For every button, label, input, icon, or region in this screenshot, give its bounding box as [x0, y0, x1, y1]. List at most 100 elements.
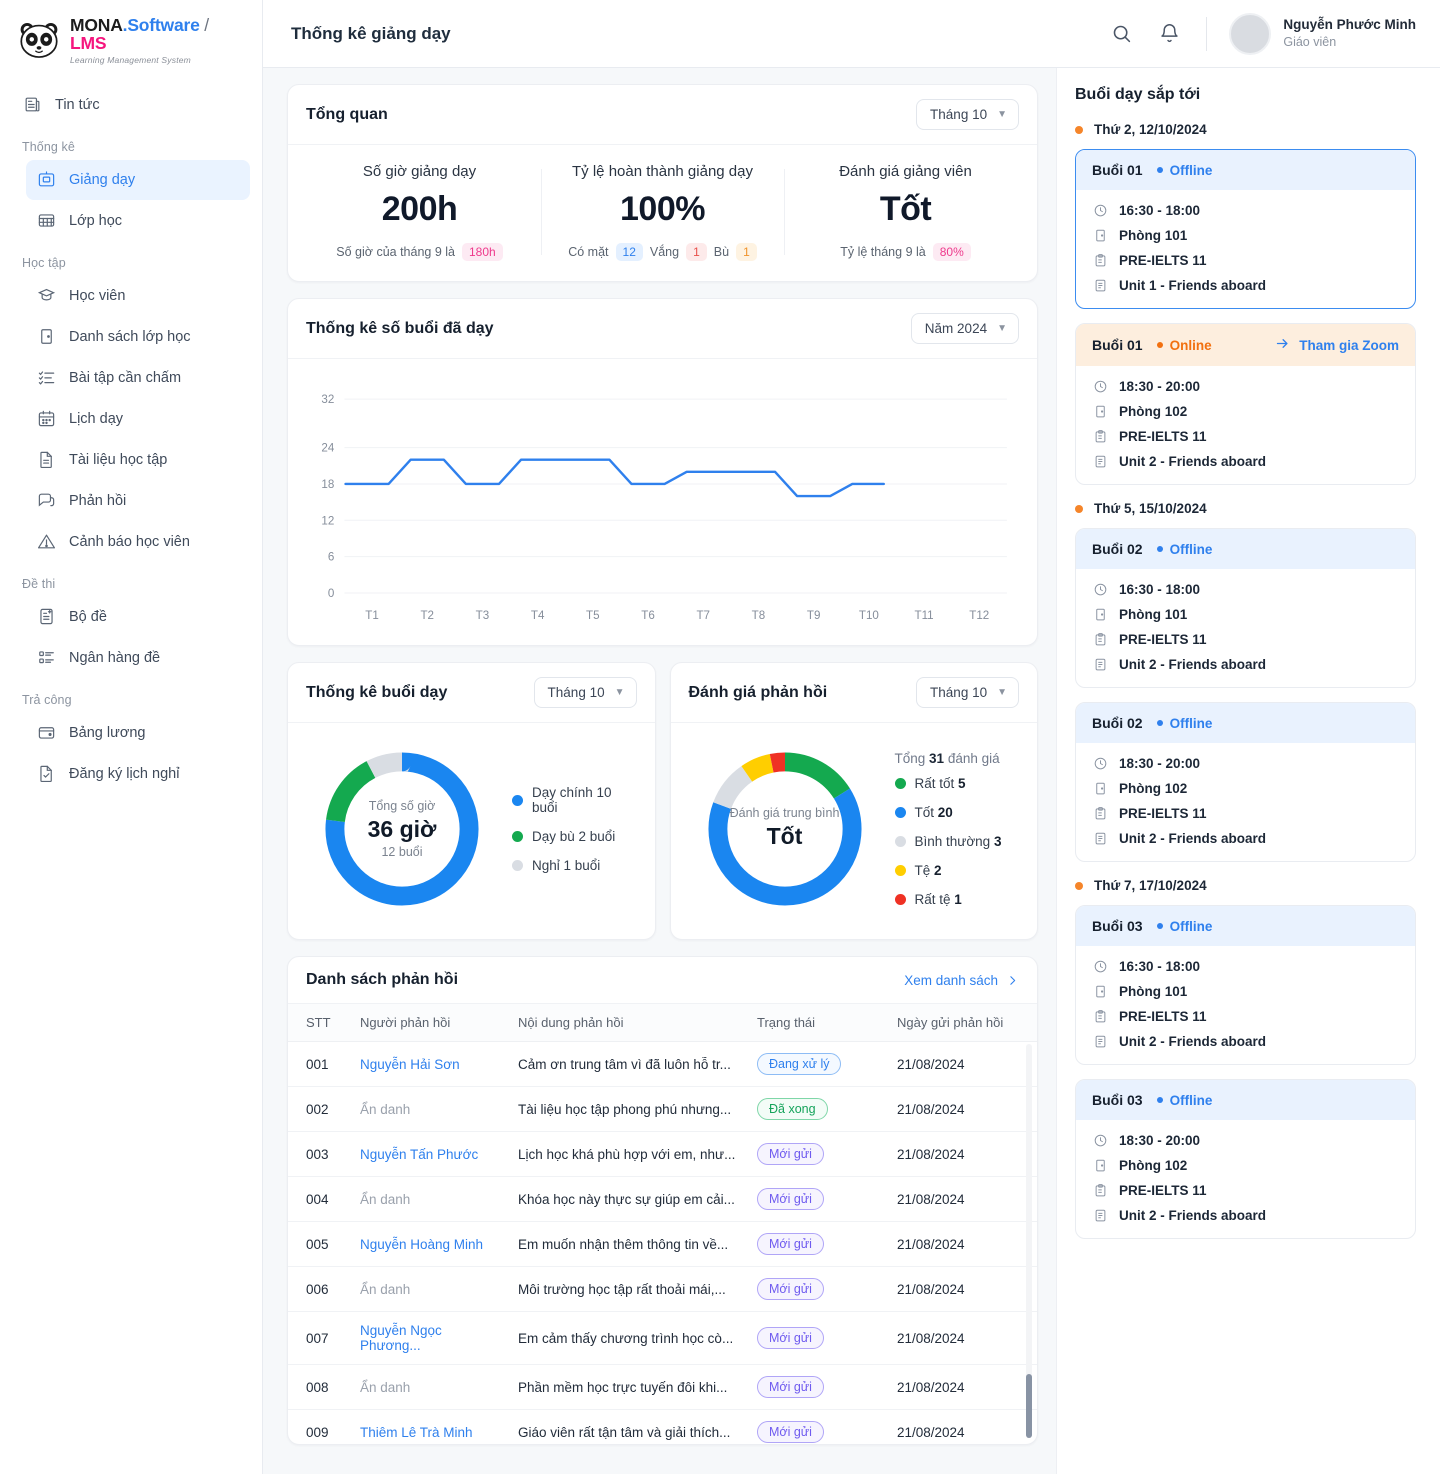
cell-status: Đang xử lý: [747, 1042, 887, 1087]
cell-person[interactable]: Thiêm Lê Trà Minh: [350, 1410, 508, 1445]
overview-title: Tổng quan: [306, 106, 388, 124]
session-room: Phòng 101: [1092, 228, 1399, 243]
session-header: Buổi 03Offline: [1076, 906, 1415, 946]
feedback-table-scrollbar[interactable]: [1026, 1044, 1032, 1438]
session-number: Buổi 02: [1092, 541, 1143, 557]
table-row[interactable]: 004Ẩn danhKhóa học này thực sự giúp em c…: [288, 1177, 1037, 1222]
clock-icon: [1092, 1133, 1108, 1148]
brand-logo-block[interactable]: MONA.Software / LMS Learning Management …: [0, 0, 262, 85]
session-mode: Offline: [1157, 1093, 1213, 1108]
clock-icon: [1092, 203, 1108, 218]
stat-foot-label: Bù: [714, 245, 729, 259]
brand-software: .Software: [123, 15, 200, 35]
session-unit: Unit 1 - Friends aboard: [1092, 278, 1399, 293]
session-card-0-1[interactable]: Buổi 01OnlineTham gia Zoom18:30 - 20:00P…: [1075, 323, 1416, 485]
session-room: Phòng 101: [1092, 984, 1399, 999]
brand-title: MONA.Software / LMS: [70, 16, 248, 53]
donut-row: Thống kê buổi dạy Tháng 10 ▼ Tổng số giờ: [287, 662, 1038, 956]
door-icon: [1092, 781, 1108, 796]
user-menu[interactable]: Nguyễn Phước Minh Giáo viên: [1229, 13, 1416, 55]
session-unit: Unit 2 - Friends aboard: [1092, 454, 1399, 469]
teaching-sessions-donut: Tổng số giờ 36 giờ 12 buổi: [316, 743, 488, 915]
avatar: [1229, 13, 1271, 55]
chevron-down-icon: ▼: [615, 688, 625, 698]
search-icon[interactable]: [1106, 19, 1136, 49]
sidebar-item-1-3[interactable]: Lịch dạy: [26, 399, 250, 439]
sidebar-item-1-5[interactable]: Phản hồi: [26, 481, 250, 521]
table-row[interactable]: 002Ẩn danhTài liệu học tập phong phú như…: [288, 1087, 1037, 1132]
session-card-0-0[interactable]: Buổi 01Offline16:30 - 18:00Phòng 101PRE-…: [1075, 149, 1416, 309]
feedback-rating-donut: Đánh giá trung bình Tốt: [699, 743, 871, 915]
table-row[interactable]: 006Ẩn danhMôi trường học tập rất thoải m…: [288, 1267, 1037, 1312]
sidebar-group-1: Học viênDanh sách lớp họcBài tập cần chấ…: [12, 276, 250, 562]
table-row[interactable]: 009Thiêm Lê Trà MinhGiáo viên rất tận tâ…: [288, 1410, 1037, 1445]
cell-status: Mới gửi: [747, 1267, 887, 1312]
upcoming-sessions-title: Buổi dạy sắp tới: [1075, 86, 1416, 104]
day-dot-icon: [1075, 126, 1083, 134]
session-card-2-0[interactable]: Buổi 03Offline16:30 - 18:00Phòng 101PRE-…: [1075, 905, 1416, 1065]
legend-label: Rất tệ 1: [915, 892, 962, 907]
legend-dot: [512, 831, 523, 842]
sidebar-item-0-0[interactable]: Giảng dạy: [26, 160, 250, 200]
cell-person[interactable]: Nguyễn Tấn Phước: [350, 1132, 508, 1177]
status-badge: Mới gửi: [757, 1233, 824, 1255]
cell-stt: 003: [288, 1132, 350, 1177]
overview-period-select[interactable]: Tháng 10 ▼: [916, 99, 1019, 130]
svg-text:T5: T5: [586, 610, 600, 622]
sidebar-item-2-1[interactable]: Ngân hàng đề: [26, 638, 250, 678]
table-row[interactable]: 003Nguyễn Tấn PhướcLịch học khá phù hợp …: [288, 1132, 1037, 1177]
table-row[interactable]: 005Nguyễn Hoàng MinhEm muốn nhận thêm th…: [288, 1222, 1037, 1267]
linechart-year-select[interactable]: Năm 2024 ▼: [911, 313, 1019, 344]
mode-dot-icon: [1157, 1097, 1163, 1103]
cell-content: Môi trường học tập rất thoải mái,...: [508, 1267, 747, 1312]
mode-dot-icon: [1157, 923, 1163, 929]
sidebar-item-1-6[interactable]: Cảnh báo học viên: [26, 522, 250, 562]
legend-item: Dạy chính 10 buổi: [512, 785, 639, 815]
cell-person[interactable]: Nguyễn Ngọc Phương...: [350, 1312, 508, 1365]
sidebar-item-0[interactable]: Tin tức: [12, 85, 250, 125]
sidebar-item-1-1[interactable]: Danh sách lớp học: [26, 317, 250, 357]
sidebar-item-1-0[interactable]: Học viên: [26, 276, 250, 316]
feedback-table-scroll-thumb[interactable]: [1026, 1374, 1032, 1438]
sidebar-item-2-0[interactable]: Bộ đề: [26, 597, 250, 637]
teaching-sessions-period-value: Tháng 10: [548, 685, 605, 700]
unit-icon: [1092, 278, 1108, 293]
table-row[interactable]: 001Nguyễn Hải SơnCảm ơn trung tâm vì đã …: [288, 1042, 1037, 1087]
sidebar-item-0-1[interactable]: Lớp học: [26, 201, 250, 241]
feedback-col-header: Người phản hồi: [350, 1004, 508, 1042]
view-feedback-list-link[interactable]: Xem danh sách: [904, 973, 1019, 988]
cell-status: Mới gửi: [747, 1222, 887, 1267]
stat-foot-label: Vắng: [650, 245, 679, 259]
feedback-col-header: STT: [288, 1004, 350, 1042]
svg-text:T11: T11: [915, 610, 934, 622]
bell-icon[interactable]: [1154, 19, 1184, 49]
stat-card-0: Số giờ giảng dạy200hSố giờ của tháng 9 l…: [298, 163, 541, 261]
legend-item: Bình thường 3: [895, 834, 1002, 849]
svg-text:0: 0: [328, 588, 334, 600]
sidebar-item-3-1[interactable]: Đăng ký lịch nghỉ: [26, 754, 250, 794]
status-badge: Mới gửi: [757, 1143, 824, 1165]
sidebar-item-1-2[interactable]: Bài tập cần chấm: [26, 358, 250, 398]
join-zoom-link[interactable]: Tham gia Zoom: [1275, 336, 1399, 354]
cell-person[interactable]: Nguyễn Hải Sơn: [350, 1042, 508, 1087]
legend-dot: [512, 860, 523, 871]
view-feedback-list-label: Xem danh sách: [904, 973, 998, 988]
cell-person[interactable]: Nguyễn Hoàng Minh: [350, 1222, 508, 1267]
table-row[interactable]: 007Nguyễn Ngọc Phương...Em cảm thấy chươ…: [288, 1312, 1037, 1365]
feedback-rating-period-select[interactable]: Tháng 10 ▼: [916, 677, 1019, 708]
session-card-1-1[interactable]: Buổi 02Offline18:30 - 20:00Phòng 102PRE-…: [1075, 702, 1416, 862]
session-card-2-1[interactable]: Buổi 03Offline18:30 - 20:00Phòng 102PRE-…: [1075, 1079, 1416, 1239]
legend-dot: [895, 865, 906, 876]
day-dot-icon: [1075, 505, 1083, 513]
session-number: Buổi 02: [1092, 715, 1143, 731]
content-area: Tổng quan Tháng 10 ▼ Số giờ giảng dạy200…: [263, 68, 1440, 1474]
sidebar-item-1-4[interactable]: Tài liệu học tập: [26, 440, 250, 480]
door-icon: [1092, 607, 1108, 622]
session-card-1-0[interactable]: Buổi 02Offline16:30 - 18:00Phòng 101PRE-…: [1075, 528, 1416, 688]
sessions-line-chart-card: Thống kê số buổi đã dạy Năm 2024 ▼ 06121…: [287, 298, 1038, 646]
teaching-donut-center-sub: 12 buổi: [381, 845, 422, 859]
table-row[interactable]: 008Ẩn danhPhần mềm học trực tuyến đôi kh…: [288, 1365, 1037, 1410]
sidebar-item-3-0[interactable]: Bảng lương: [26, 713, 250, 753]
teaching-sessions-period-select[interactable]: Tháng 10 ▼: [534, 677, 637, 708]
stat-label: Tỷ lệ hoàn thành giảng dạy: [553, 163, 772, 180]
